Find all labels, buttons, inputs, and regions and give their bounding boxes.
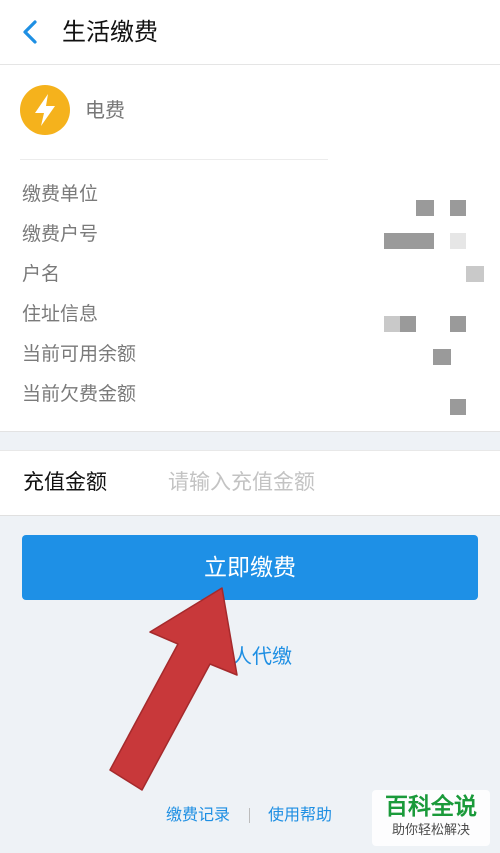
field-label-balance: 当前可用余额 xyxy=(22,343,137,365)
payment-records-link[interactable]: 缴费记录 xyxy=(166,800,230,830)
top-bar: 生活缴费 xyxy=(0,0,500,65)
redacted-value xyxy=(466,266,484,282)
electricity-badge xyxy=(20,85,70,135)
divider xyxy=(20,159,328,160)
redacted-value xyxy=(450,316,466,332)
redacted-value xyxy=(400,316,416,332)
chevron-left-icon xyxy=(23,20,37,44)
lightning-bolt-icon xyxy=(35,94,55,126)
redacted-value xyxy=(450,233,466,249)
watermark-title: 百科全说 xyxy=(385,794,477,820)
recharge-amount-label: 充值金额 xyxy=(23,470,107,494)
pay-now-button[interactable]: 立即缴费 xyxy=(22,535,478,600)
redacted-value xyxy=(384,233,434,249)
redacted-value xyxy=(384,316,400,332)
arrow-shape xyxy=(109,587,238,791)
recharge-amount-input[interactable] xyxy=(160,463,496,501)
watermark-logo: 百科全说 助你轻松解决 xyxy=(372,790,490,846)
help-link[interactable]: 使用帮助 xyxy=(268,800,332,830)
field-label-address: 住址信息 xyxy=(22,303,99,325)
back-button[interactable] xyxy=(14,14,50,50)
redacted-value xyxy=(416,200,434,216)
footer-separator xyxy=(249,808,250,823)
proxy-pay-label: 人代缴 xyxy=(232,644,292,668)
field-label-payee: 缴费单位 xyxy=(22,183,99,205)
page-title: 生活缴费 xyxy=(62,18,158,46)
bill-info-card: 电费 缴费单位 缴费户号 户名 住址信息 当前可用余额 当前欠费金额 xyxy=(0,65,500,432)
redacted-value xyxy=(433,349,451,365)
redacted-value xyxy=(450,200,466,216)
redacted-value xyxy=(450,399,466,415)
field-label-account-name: 户名 xyxy=(22,263,61,285)
field-label-account-number: 缴费户号 xyxy=(22,223,99,245)
watermark-subtitle: 助你轻松解决 xyxy=(391,823,470,838)
field-label-arrears: 当前欠费金额 xyxy=(22,383,137,405)
recharge-amount-row: 充值金额 xyxy=(0,450,500,516)
proxy-pay-link[interactable]: 人代缴 xyxy=(0,640,500,672)
bill-type-label: 电费 xyxy=(85,98,125,122)
